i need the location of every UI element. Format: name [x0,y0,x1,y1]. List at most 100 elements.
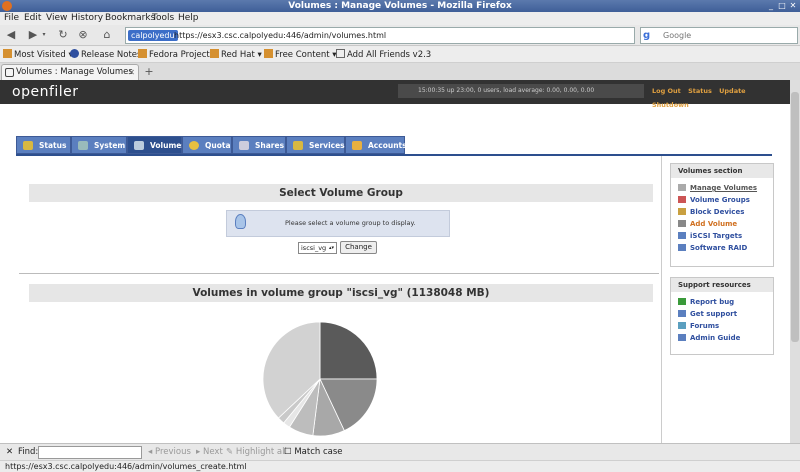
bookmark-most-visited[interactable]: Most Visited ▾ [3,49,73,61]
bookmark-label: Most Visited [14,50,66,60]
window-titlebar: Volumes : Manage Volumes - Mozilla Firef… [0,0,800,12]
status-link[interactable]: Status [688,87,712,95]
pie-slice-0 [319,321,378,380]
menu-edit[interactable]: Edit [24,12,41,25]
close-icon[interactable]: ✕ [788,1,798,11]
tab-services[interactable]: Services [286,136,345,154]
search-input[interactable] [663,29,783,42]
openfiler-logo: openfiler [12,84,79,100]
selected-volume-group: iscsi_vg [301,244,327,252]
select-arrows-icon: ▴▾ [328,245,335,251]
google-icon[interactable]: g [643,30,655,42]
bookmark-folder-icon [138,49,147,58]
status-bar: https://esx3.csc.calpolyedu:446/admin/vo… [0,460,800,472]
report-bug-link[interactable]: Report bug [678,297,734,307]
shares-icon [239,141,249,150]
menu-help[interactable]: Help [178,12,199,25]
forward-icon[interactable]: ▶ [26,28,40,42]
bookmark-label: Fedora Project [149,50,210,60]
search-bar[interactable]: g [640,27,798,44]
bookmark-fedora-project[interactable]: Fedora Project ▾ [138,49,217,61]
back-icon[interactable]: ◀ [4,28,18,42]
bookmark-red-hat[interactable]: Red Hat ▾ [210,49,262,61]
highlight-all-button[interactable]: ✎ Highlight all [226,444,287,460]
match-case-checkbox[interactable]: ☐ Match case [284,444,343,460]
tab-label: System [94,141,126,150]
menu-view[interactable]: View [46,12,67,25]
manage-volumes-icon [678,184,686,191]
support-resources-panel: Support resources Report bug Get support… [670,277,774,355]
menu-file[interactable]: File [4,12,19,25]
browser-tab[interactable]: Volumes : Manage Volumes ✕ [1,64,139,80]
admin-guide-link[interactable]: Admin Guide [678,333,740,343]
link-label: Volume Groups [690,196,750,204]
tab-accounts[interactable]: Accounts [345,136,407,154]
forums-link[interactable]: Forums [678,321,719,331]
bookmark-label: Free Content [275,50,330,60]
tab-status[interactable]: Status [16,136,71,154]
tab-close-icon[interactable]: ✕ [128,65,135,80]
report-bug-icon [678,298,686,305]
volumes-icon [134,141,144,150]
change-button[interactable]: Change [340,241,377,254]
get-support-link[interactable]: Get support [678,309,737,319]
tab-volumes[interactable]: Volumes [127,136,186,154]
shutdown-link[interactable]: Shutdown [652,101,689,109]
tab-label: Volumes [150,141,186,150]
block-devices-link[interactable]: Block Devices [678,207,744,217]
new-tab-icon[interactable]: + [142,65,156,79]
reload-icon[interactable]: ↻ [56,28,70,42]
software-raid-icon [678,244,686,251]
logout-link[interactable]: Log Out [652,87,681,95]
forums-icon [678,322,686,329]
fedora-icon [70,49,79,58]
url-text[interactable]: https://esx3.csc.calpolyedu:446/admin/vo… [174,28,386,43]
link-label: iSCSI Targets [690,232,743,240]
software-raid-link[interactable]: Software RAID [678,243,747,253]
block-devices-icon [678,208,686,215]
manage-volumes-link[interactable]: Manage Volumes [678,183,757,193]
find-previous-label: Previous [154,447,191,457]
volume-groups-link[interactable]: Volume Groups [678,195,750,205]
minimize-icon[interactable]: _ [766,1,776,11]
page-scrollbar[interactable] [790,80,800,443]
tab-shares[interactable]: Shares [232,136,286,154]
volume-group-select[interactable]: iscsi_vg ▴▾ [298,242,337,254]
tab-system[interactable]: System [71,136,127,154]
tab-quota[interactable]: Quota [182,136,232,154]
find-input[interactable] [38,446,142,459]
stop-icon[interactable]: ⊗ [76,28,90,42]
menu-history[interactable]: History [71,12,103,25]
bookmark-label: Red Hat [221,50,255,60]
iscsi-targets-link[interactable]: iSCSI Targets [678,231,742,241]
scrollbar-thumb[interactable] [791,92,799,342]
history-dropdown-icon[interactable]: ▾ [40,28,48,42]
site-identity-button[interactable]: calpolyedu [128,30,178,41]
add-volume-link[interactable]: Add Volume [678,219,737,229]
info-box: Please select a volume group to display. [226,210,450,237]
update-link[interactable]: Update [719,87,746,95]
get-support-icon [678,310,686,317]
menu-tools[interactable]: Tools [152,12,174,25]
system-icon [78,141,88,150]
bookmark-folder-icon [264,49,273,58]
tab-label: Shares [255,141,285,150]
bookmark-add-all-friends[interactable]: Add All Friends v2.3 [336,49,431,61]
maximize-icon[interactable]: □ [777,1,787,11]
find-next-button[interactable]: ▸ Next [196,444,223,460]
home-icon[interactable]: ⌂ [100,28,114,42]
quota-icon [189,141,199,150]
link-label: Report bug [690,298,735,306]
find-previous-button[interactable]: ◂ Previous [148,444,191,460]
bookmark-release-notes[interactable]: Release Notes [70,49,141,61]
url-bar[interactable]: calpolyedu https://esx3.csc.calpolyedu:4… [125,27,635,44]
menu-bar: File Edit View History Bookmarks Tools H… [0,12,800,25]
page-viewport: openfiler 15:00:35 up 23:00, 0 users, lo… [0,80,790,443]
find-close-icon[interactable]: ✕ [6,444,13,460]
support-resources-title: Support resources [671,278,773,292]
link-label: Block Devices [690,208,745,216]
bookmark-free-content[interactable]: Free Content ▾ [264,49,337,61]
volumes-in-group-heading: Volumes in volume group "iscsi_vg" (1138… [29,284,653,302]
section-divider [19,273,659,274]
menu-bookmarks[interactable]: Bookmarks [105,12,155,25]
